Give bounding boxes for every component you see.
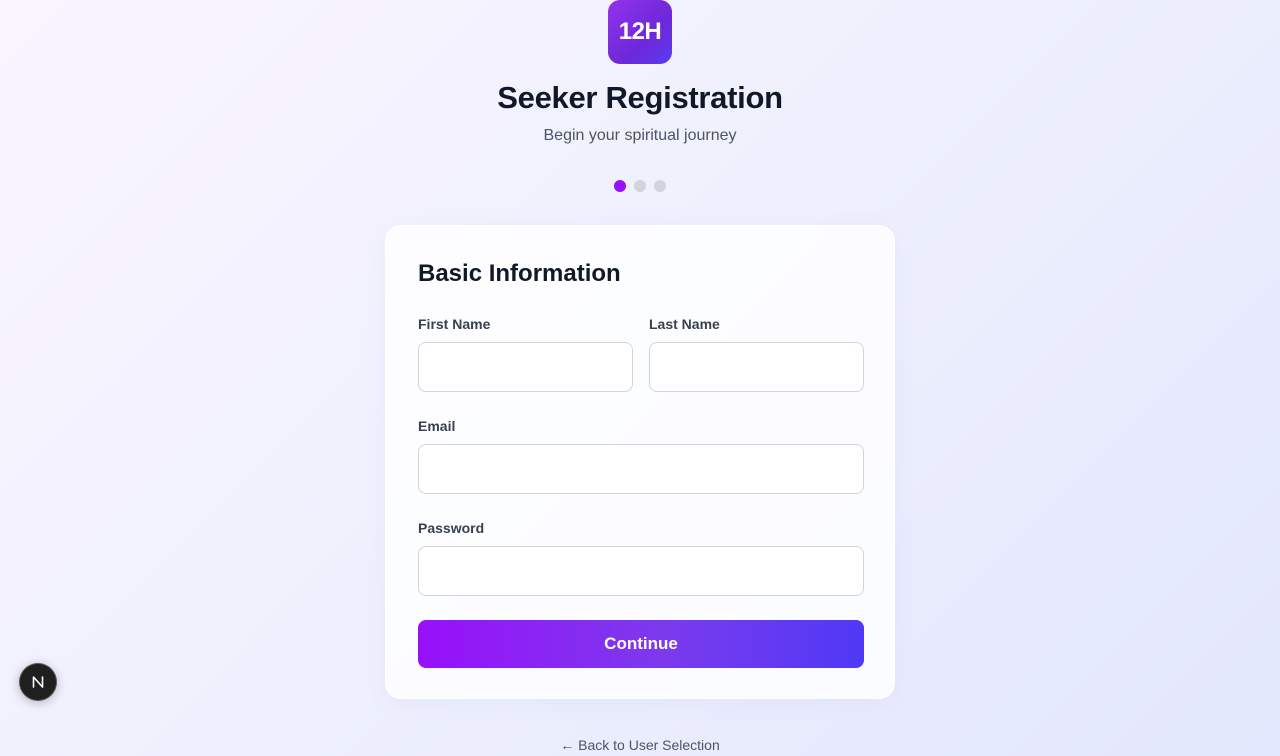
step-dot-2 bbox=[634, 180, 646, 192]
registration-card: Basic Information First Name Last Name E… bbox=[385, 225, 895, 699]
email-input[interactable] bbox=[418, 444, 864, 494]
first-name-label: First Name bbox=[418, 316, 491, 332]
step-dot-3 bbox=[654, 180, 666, 192]
nextjs-logo-icon bbox=[32, 676, 44, 688]
form-heading: Basic Information bbox=[418, 260, 621, 287]
last-name-label: Last Name bbox=[649, 316, 720, 332]
step-indicator bbox=[614, 180, 666, 192]
page-title: Seeker Registration bbox=[497, 80, 783, 115]
password-label: Password bbox=[418, 520, 485, 536]
logo-text: 12H bbox=[618, 18, 662, 45]
step-dot-1 bbox=[614, 180, 626, 192]
nextjs-dev-badge[interactable] bbox=[19, 663, 57, 701]
continue-button[interactable]: Continue bbox=[418, 620, 864, 668]
email-label: Email bbox=[418, 418, 456, 434]
back-link-row: ← Back to User Selection bbox=[0, 735, 1280, 755]
page-subtitle: Begin your spiritual journey bbox=[543, 127, 737, 144]
last-name-input[interactable] bbox=[649, 342, 864, 392]
first-name-input[interactable] bbox=[418, 342, 633, 392]
password-input[interactable] bbox=[418, 546, 864, 596]
app-logo: 12H bbox=[608, 0, 672, 64]
back-to-user-selection-link[interactable]: ← Back to User Selection bbox=[560, 737, 720, 753]
